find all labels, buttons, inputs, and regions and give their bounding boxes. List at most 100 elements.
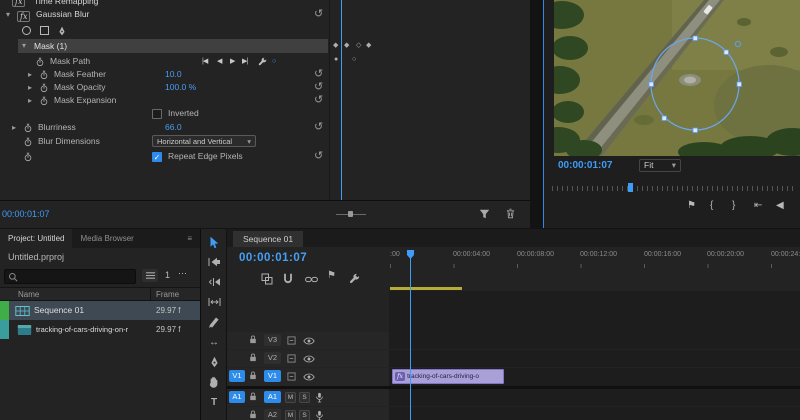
ellipse-mask-tool[interactable] xyxy=(22,26,31,35)
program-video-preview[interactable] xyxy=(536,0,800,162)
item-name[interactable]: tracking-of-cars-driving-on-r xyxy=(36,320,128,339)
chevron-down-icon[interactable]: ▾ xyxy=(22,39,26,53)
filter-funnel-icon[interactable] xyxy=(479,209,490,219)
sync-lock-icon[interactable] xyxy=(287,372,296,381)
keyframe-icon[interactable]: ◆ xyxy=(344,42,349,50)
track-target-v3[interactable]: V3 xyxy=(264,334,281,346)
chevron-right-icon[interactable]: ▸ xyxy=(28,94,32,107)
column-frame[interactable]: Frame xyxy=(156,288,179,301)
reset-param-button[interactable]: ↺ xyxy=(314,94,323,106)
stopwatch-icon[interactable] xyxy=(36,57,44,67)
pen-tool[interactable] xyxy=(206,354,222,370)
timeline-timecode[interactable]: 00:00:01:07 xyxy=(239,252,307,264)
stopwatch-icon[interactable] xyxy=(24,123,32,133)
chevron-right-icon[interactable]: ▸ xyxy=(28,68,32,81)
chevron-down-icon[interactable]: ▾ xyxy=(6,8,10,21)
program-timecode[interactable]: 00:00:01:07 xyxy=(558,160,612,171)
project-item-clip[interactable]: tracking-of-cars-driving-on-r 29.97 f xyxy=(0,320,200,339)
track-visibility-eye-icon[interactable] xyxy=(303,337,315,345)
mask-opacity-value[interactable]: 100.0 % xyxy=(165,81,196,94)
track-target-v2[interactable]: V2 xyxy=(264,352,281,364)
program-scrubber[interactable] xyxy=(552,186,795,191)
stopwatch-icon[interactable] xyxy=(24,152,32,162)
nest-toggle-icon[interactable] xyxy=(261,273,273,285)
zoom-slider-handle[interactable] xyxy=(348,211,353,217)
stopwatch-icon[interactable] xyxy=(40,83,48,93)
mask-path-keyframe-icon[interactable]: ○ xyxy=(352,56,356,64)
reset-param-button[interactable]: ↺ xyxy=(314,81,323,93)
column-name[interactable]: Name xyxy=(18,288,39,301)
effect-controls-timecode[interactable]: 00:00:01:07 xyxy=(2,209,50,219)
zoom-level-dropdown[interactable]: Fit ▾ xyxy=(639,159,681,172)
project-item-sequence[interactable]: Sequence 01 29.97 f xyxy=(0,301,200,320)
effect-keyframe-lane[interactable]: ◆ ◆ ◇ ◆ ● ○ xyxy=(331,0,530,200)
voiceover-mic-icon[interactable] xyxy=(315,392,324,403)
track-content-a2[interactable] xyxy=(389,407,800,420)
source-patch-a1[interactable]: A1 xyxy=(229,391,245,403)
sync-lock-icon[interactable] xyxy=(287,354,296,363)
keyframe-icon[interactable]: ◆ xyxy=(333,42,338,50)
go-to-in-button[interactable]: ⇤ xyxy=(754,200,762,211)
reset-param-button[interactable]: ↺ xyxy=(314,121,323,133)
reset-param-button[interactable]: ↺ xyxy=(314,150,323,162)
solo-button[interactable]: S xyxy=(299,392,310,403)
item-name[interactable]: Sequence 01 xyxy=(34,301,84,320)
add-keyframe-button[interactable]: ○ xyxy=(272,55,276,68)
linked-selection-icon[interactable] xyxy=(305,276,318,283)
stopwatch-icon[interactable] xyxy=(40,96,48,106)
track-lock-icon[interactable] xyxy=(249,335,257,344)
stopwatch-icon[interactable] xyxy=(24,137,32,147)
track-mask-to-start-button[interactable]: |◀ xyxy=(202,55,208,68)
effect-row-time-remapping[interactable]: fx Time Remapping xyxy=(0,0,329,8)
label-color-chip[interactable] xyxy=(0,301,9,320)
reset-effect-button[interactable]: ↺ xyxy=(314,8,323,20)
blur-dimensions-dropdown[interactable]: Horizontal and Vertical ▾ xyxy=(152,135,256,147)
track-content-v1[interactable]: fx tracking-of-cars-driving-o xyxy=(389,368,800,386)
search-input[interactable] xyxy=(4,269,136,284)
track-select-forward-tool[interactable] xyxy=(206,254,222,270)
slip-tool[interactable]: ↔ xyxy=(206,334,222,350)
razor-tool[interactable] xyxy=(206,314,222,330)
inverted-checkbox[interactable] xyxy=(152,109,162,119)
pen-mask-tool[interactable] xyxy=(58,26,66,36)
track-lock-icon[interactable] xyxy=(249,353,257,362)
list-view-button[interactable] xyxy=(142,269,158,282)
mask-tracking-settings-wrench-icon[interactable] xyxy=(258,57,267,66)
stopwatch-icon[interactable] xyxy=(40,70,48,80)
mask-feather-value[interactable]: 10.0 xyxy=(165,68,182,81)
sync-lock-icon[interactable] xyxy=(287,336,296,345)
track-content-v3[interactable] xyxy=(389,332,800,349)
reset-param-button[interactable]: ↺ xyxy=(314,68,323,80)
keyframe-icon[interactable]: ◆ xyxy=(366,42,371,50)
tab-media-browser[interactable]: Media Browser xyxy=(72,229,141,248)
mask-group-row[interactable]: ▾ Mask (1) xyxy=(18,39,328,53)
chevron-right-icon[interactable]: ▸ xyxy=(12,121,16,134)
solo-button[interactable]: S xyxy=(299,410,310,420)
track-content-v2[interactable] xyxy=(389,350,800,367)
step-back-button[interactable]: ◀ xyxy=(776,200,784,211)
mute-button[interactable]: M xyxy=(285,392,296,403)
effect-row-gaussian-blur[interactable]: ▾ fx Gaussian Blur ↺ xyxy=(0,8,329,22)
panel-menu-icon[interactable]: ≡ xyxy=(179,229,200,248)
track-content-a1[interactable] xyxy=(389,389,800,406)
mark-out-button[interactable]: } xyxy=(732,200,735,211)
track-lock-icon[interactable] xyxy=(249,392,257,401)
source-patch-v1[interactable]: V1 xyxy=(229,370,245,382)
track-visibility-eye-icon[interactable] xyxy=(303,373,315,381)
track-lock-icon[interactable] xyxy=(249,410,257,419)
timeline-settings-wrench-icon[interactable] xyxy=(349,273,360,284)
tab-sequence-01[interactable]: Sequence 01 xyxy=(233,231,304,247)
trash-icon[interactable] xyxy=(506,208,515,219)
ripple-edit-tool[interactable] xyxy=(206,274,222,290)
rect-mask-tool[interactable] xyxy=(40,26,49,35)
timeline-playhead-line[interactable] xyxy=(410,258,411,420)
snap-magnet-icon[interactable] xyxy=(283,273,293,284)
repeat-edge-pixels-checkbox[interactable]: ✓ xyxy=(152,152,162,162)
track-mask-backward-button[interactable]: ◀ xyxy=(217,55,222,68)
track-mask-to-end-button[interactable]: ▶| xyxy=(242,55,248,68)
project-filename[interactable]: Untitled.prproj xyxy=(8,252,64,262)
selection-tool[interactable] xyxy=(206,234,222,250)
type-tool[interactable]: T xyxy=(206,394,222,410)
effect-lane-playhead[interactable] xyxy=(341,0,342,200)
track-visibility-eye-icon[interactable] xyxy=(303,355,315,363)
